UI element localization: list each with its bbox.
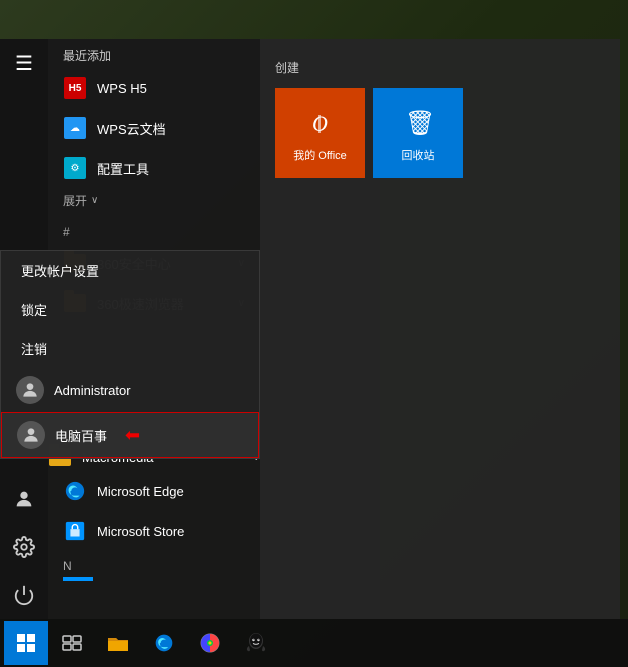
context-change-account[interactable]: 更改帐户设置 — [1, 251, 259, 290]
wps-h5-label: WPS H5 — [97, 81, 147, 96]
config-label: 配置工具 — [97, 159, 149, 178]
menu-item-config[interactable]: ⚙ 配置工具 — [48, 148, 260, 188]
recycle-tile-label: 回收站 — [402, 147, 435, 163]
context-user-administrator[interactable]: Administrator — [1, 368, 259, 412]
menu-item-wps-h5[interactable]: H5 WPS H5 — [48, 68, 260, 108]
taskbar — [0, 619, 628, 667]
alpha-hash: # — [48, 217, 260, 243]
desktop: ☰ 最近添加 H5 WPS H5 — [0, 0, 628, 667]
taskbar-edge[interactable] — [142, 621, 186, 665]
expand-link[interactable]: 展开 ∨ — [48, 188, 260, 217]
selected-user-arrow: ⬅ — [125, 425, 140, 446]
taskbar-qq[interactable] — [234, 621, 278, 665]
tile-recycle[interactable]: 🗑 回收站 — [373, 88, 463, 178]
tiles-title: 创建 — [275, 59, 605, 76]
wps-cloud-label: WPS云文档 — [97, 119, 166, 138]
context-signout[interactable]: 注销 — [1, 329, 259, 368]
context-lock[interactable]: 锁定 — [1, 290, 259, 329]
tile-office[interactable]: O 我的 Office — [275, 88, 365, 178]
tiles-row: O 我的 Office 🗑 回收站 — [275, 88, 605, 178]
store-icon — [63, 519, 87, 543]
menu-item-wps-cloud[interactable]: ☁ WPS云文档 — [48, 108, 260, 148]
sidebar-power-icon[interactable] — [0, 571, 48, 619]
administrator-avatar — [16, 376, 44, 404]
sidebar-settings-icon[interactable] — [0, 523, 48, 571]
taskbar-color-picker[interactable] — [188, 621, 232, 665]
diannbaishi-avatar — [17, 421, 45, 449]
config-icon: ⚙ — [63, 156, 87, 180]
recycle-tile-icon: 🗑 — [398, 103, 438, 143]
context-user-diannbaishi[interactable]: 电脑百事 ⬅ — [1, 412, 259, 458]
menu-item-edge[interactable]: Microsoft Edge — [48, 471, 260, 511]
taskbar-file-explorer[interactable] — [96, 621, 140, 665]
start-menu: ☰ 最近添加 H5 WPS H5 — [0, 39, 380, 619]
edge-icon — [63, 479, 87, 503]
store-label: Microsoft Store — [97, 524, 184, 539]
edge-label: Microsoft Edge — [97, 484, 184, 499]
diannbaishi-label: 电脑百事 — [55, 426, 107, 445]
svg-text:🗑: 🗑 — [405, 110, 435, 137]
wps-cloud-icon: ☁ — [63, 116, 87, 140]
taskbar-task-view[interactable] — [50, 621, 94, 665]
section-recent-title: 最近添加 — [48, 39, 260, 68]
start-button[interactable] — [4, 621, 48, 665]
sidebar-hamburger[interactable]: ☰ — [0, 39, 48, 87]
office-tile-label: 我的 Office — [293, 147, 347, 163]
start-tiles: 创建 O 我的 Office — [260, 39, 620, 619]
user-context-menu: 更改帐户设置 锁定 注销 Administrator 电脑百事 ⬅ — [0, 250, 260, 459]
office-tile-icon: O — [300, 103, 340, 143]
menu-item-store[interactable]: Microsoft Store — [48, 511, 260, 551]
alpha-n: N — [48, 551, 260, 577]
administrator-label: Administrator — [54, 383, 131, 398]
wps-h5-icon: H5 — [63, 76, 87, 100]
sidebar-user-icon[interactable] — [0, 475, 48, 523]
